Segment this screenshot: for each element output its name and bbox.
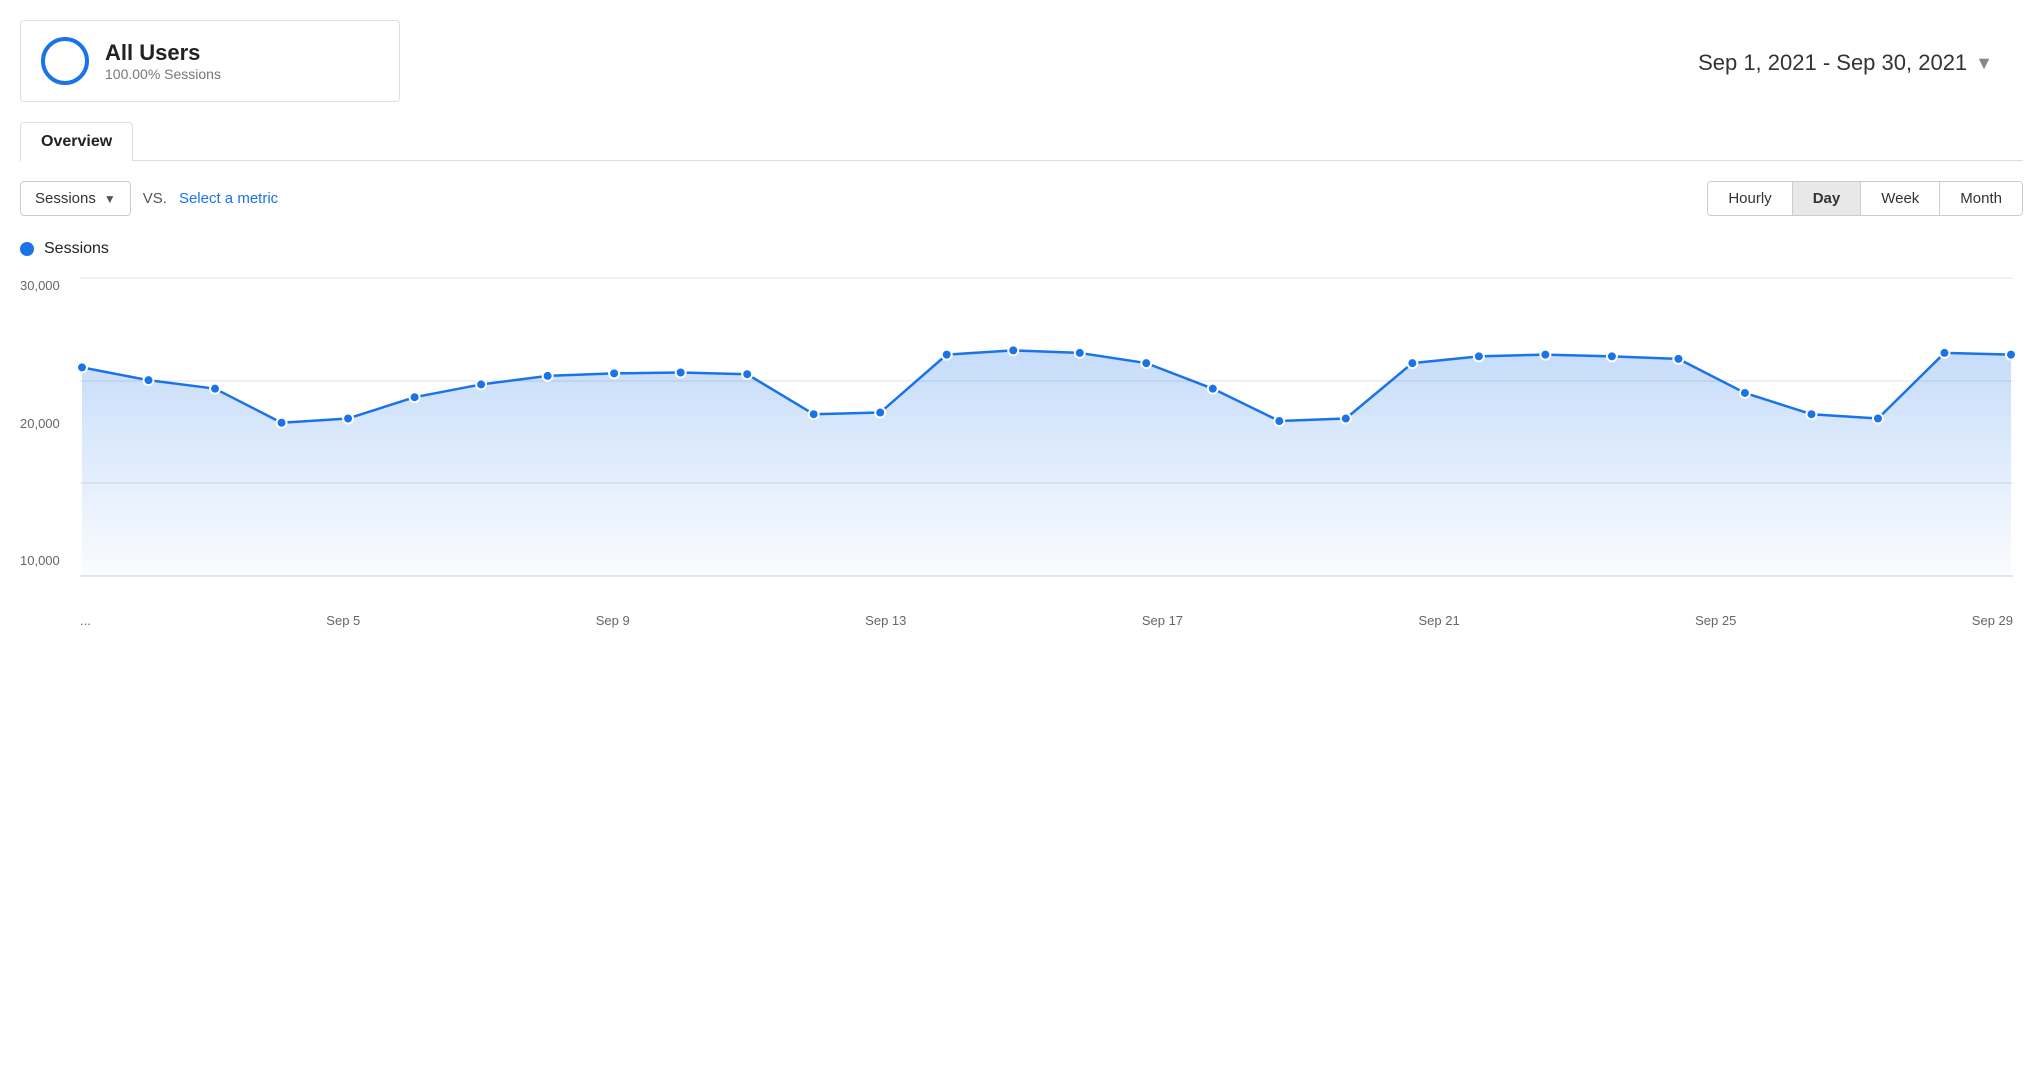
time-btn-day[interactable]: Day (1792, 182, 1861, 215)
select-metric-link[interactable]: Select a metric (179, 190, 278, 207)
chart-area (80, 268, 2013, 588)
time-btn-hourly[interactable]: Hourly (1708, 182, 1791, 215)
chart-legend: Sessions (20, 240, 2023, 258)
segment-info: All Users 100.00% Sessions (105, 40, 221, 82)
segment-box: All Users 100.00% Sessions (20, 20, 400, 102)
x-label-sep5: Sep 5 (326, 613, 360, 628)
x-label-sep21: Sep 21 (1418, 613, 1459, 628)
legend-label-sessions: Sessions (44, 240, 109, 258)
left-controls: Sessions ▼ VS. Select a metric (20, 181, 278, 216)
x-label-ellipsis: ... (80, 613, 91, 628)
vs-text: VS. (143, 190, 167, 207)
line-chart-svg (80, 268, 2013, 588)
dropdown-arrow-icon: ▼ (104, 192, 116, 206)
chart-container: 30,000 20,000 10,000 ... Sep 5 Sep 9 Sep… (20, 268, 2023, 648)
chevron-down-icon: ▼ (1975, 53, 1993, 74)
date-range-selector[interactable]: Sep 1, 2021 - Sep 30, 2021 ▼ (1698, 50, 1993, 76)
tab-bar: Overview (20, 122, 2023, 161)
x-label-sep13: Sep 13 (865, 613, 906, 628)
x-label-sep9: Sep 9 (596, 613, 630, 628)
tab-overview[interactable]: Overview (20, 122, 133, 161)
date-range-label: Sep 1, 2021 - Sep 30, 2021 (1698, 50, 1967, 76)
time-btn-month[interactable]: Month (1939, 182, 2022, 215)
metric-dropdown[interactable]: Sessions ▼ (20, 181, 131, 216)
legend-dot-sessions (20, 242, 34, 256)
x-label-sep17: Sep 17 (1142, 613, 1183, 628)
controls-row: Sessions ▼ VS. Select a metric Hourly Da… (20, 181, 2023, 216)
x-label-sep29: Sep 29 (1972, 613, 2013, 628)
y-label-20k: 20,000 (20, 416, 60, 431)
segment-icon (41, 37, 89, 85)
segment-name: All Users (105, 40, 221, 66)
y-label-30k: 30,000 (20, 278, 60, 293)
x-label-sep25: Sep 25 (1695, 613, 1736, 628)
segment-sessions: 100.00% Sessions (105, 66, 221, 82)
time-btn-week[interactable]: Week (1860, 182, 1939, 215)
x-axis-labels: ... Sep 5 Sep 9 Sep 13 Sep 17 Sep 21 Sep… (80, 613, 2013, 628)
y-axis-labels: 30,000 20,000 10,000 (20, 268, 60, 568)
metric-label: Sessions (35, 190, 96, 207)
time-buttons-group: Hourly Day Week Month (1707, 181, 2023, 216)
y-label-10k: 10,000 (20, 553, 60, 568)
